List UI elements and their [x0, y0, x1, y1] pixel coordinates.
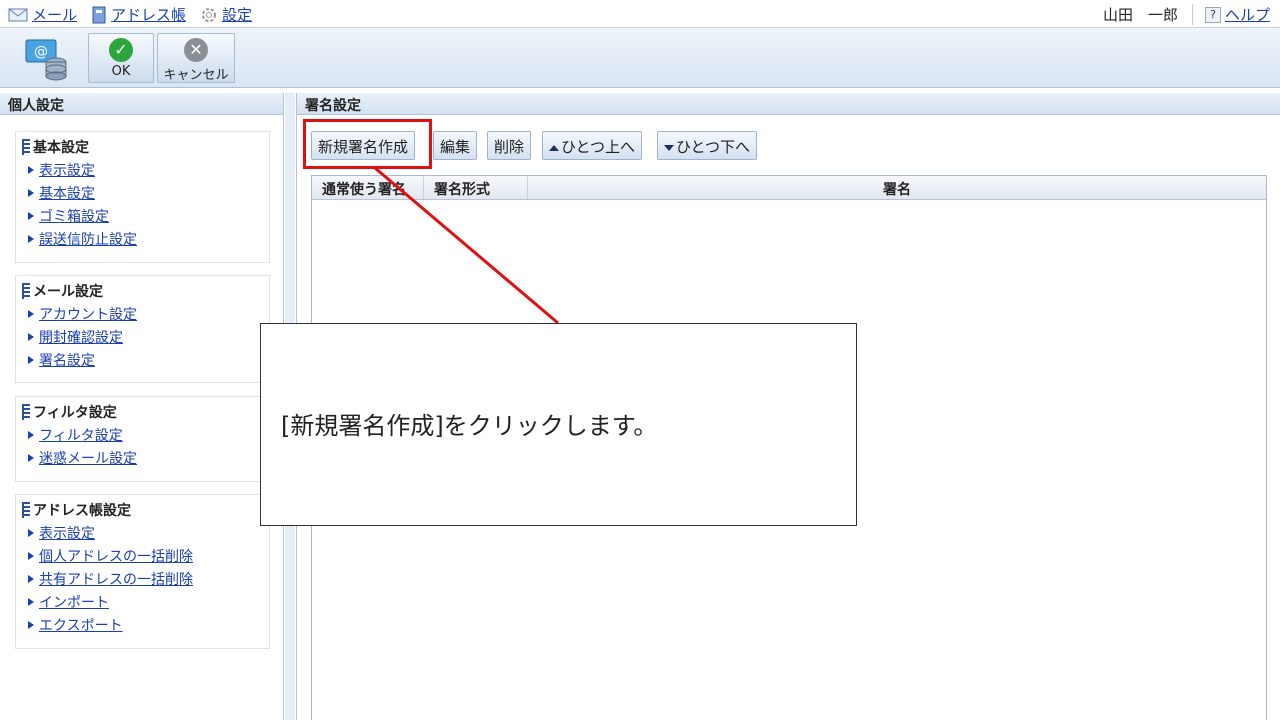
group-mail-settings: メール設定 アカウント設定 開封確認設定 署名設定: [15, 275, 270, 383]
arrow-right-icon: [28, 355, 34, 364]
grip-icon: [22, 404, 30, 420]
move-down-label: ひとつ下へ: [676, 138, 750, 156]
help-icon[interactable]: ?: [1204, 6, 1221, 23]
column-header-format[interactable]: 署名形式: [424, 176, 528, 199]
settings-sidebar: 個人設定 基本設定 表示設定 基本設定 ゴミ箱設定 誤送信防止設定 メール設定 …: [0, 93, 284, 720]
instruction-callout: [新規署名作成]をクリックします。: [260, 323, 857, 526]
triangle-up-icon: [549, 144, 559, 151]
group-title: フィルタ設定: [33, 405, 117, 421]
ok-button[interactable]: ✓ OK: [88, 33, 154, 83]
sidebar-item-display[interactable]: 表示設定: [22, 158, 263, 181]
sidebar-link[interactable]: アカウント設定: [39, 304, 137, 324]
ok-button-label: OK: [111, 64, 131, 79]
sidebar-link[interactable]: フィルタ設定: [39, 425, 123, 445]
instruction-text: [新規署名作成]をクリックします。: [281, 412, 658, 440]
sidebar-link[interactable]: 共有アドレスの一括削除: [39, 569, 193, 589]
sidebar-item-account[interactable]: アカウント設定: [22, 302, 263, 325]
envelope-icon: [8, 8, 28, 21]
grip-icon: [22, 139, 30, 155]
panel-title: 署名設定: [297, 93, 1280, 115]
nav-address-book[interactable]: アドレス帳: [91, 4, 186, 25]
arrow-right-icon: [28, 620, 34, 629]
top-nav-bar: メール アドレス帳 設定 山田 一郎 ? ヘルプ: [0, 0, 1280, 28]
close-icon: ✕: [184, 38, 208, 62]
sidebar-link[interactable]: 表示設定: [39, 160, 95, 180]
sidebar-link[interactable]: 開封確認設定: [39, 327, 123, 347]
nav-mail-link[interactable]: メール: [32, 4, 77, 25]
sidebar-item-export[interactable]: エクスポート: [22, 613, 263, 636]
grip-icon: [22, 502, 30, 518]
cancel-button-label: キャンセル: [163, 68, 229, 83]
sidebar-link[interactable]: 迷惑メール設定: [39, 448, 137, 468]
mail-settings-app-icon: @: [25, 39, 67, 81]
sidebar-item-spam[interactable]: 迷惑メール設定: [22, 446, 263, 469]
sidebar-item-signature[interactable]: 署名設定: [22, 348, 263, 371]
move-up-label: ひとつ上へ: [561, 138, 635, 156]
arrow-right-icon: [28, 574, 34, 583]
arrow-right-icon: [28, 597, 34, 606]
grip-icon: [22, 283, 30, 299]
highlight-box: [303, 119, 432, 169]
sidebar-item-missend-prevention[interactable]: 誤送信防止設定: [22, 227, 263, 250]
sidebar-item-import[interactable]: インポート: [22, 590, 263, 613]
top-user-area: 山田 一郎 ? ヘルプ: [1103, 4, 1270, 25]
sidebar-item-shared-bulk-delete[interactable]: 共有アドレスの一括削除: [22, 567, 263, 590]
sidebar-link[interactable]: インポート: [39, 592, 109, 612]
sidebar-link[interactable]: 誤送信防止設定: [39, 229, 137, 249]
move-down-button[interactable]: ひとつ下へ: [657, 131, 757, 160]
group-basic-settings: 基本設定 表示設定 基本設定 ゴミ箱設定 誤送信防止設定: [15, 131, 270, 263]
cancel-button[interactable]: ✕ キャンセル: [157, 33, 235, 83]
sidebar-item-ab-display[interactable]: 表示設定: [22, 521, 263, 544]
top-nav-links: メール アドレス帳 設定: [8, 4, 260, 25]
group-title: メール設定: [33, 284, 103, 300]
edit-button[interactable]: 編集: [433, 131, 478, 160]
arrow-right-icon: [28, 453, 34, 462]
sidebar-item-basic[interactable]: 基本設定: [22, 181, 263, 204]
nav-settings[interactable]: 設定: [200, 4, 252, 25]
sidebar-item-read-receipt[interactable]: 開封確認設定: [22, 325, 263, 348]
nav-address-book-link[interactable]: アドレス帳: [111, 4, 186, 25]
toolbar: @ ✓ OK ✕ キャンセル: [0, 28, 1280, 88]
arrow-right-icon: [28, 551, 34, 560]
column-header-default[interactable]: 通常使う署名: [312, 176, 424, 199]
group-address-book-settings: アドレス帳設定 表示設定 個人アドレスの一括削除 共有アドレスの一括削除 インポ…: [15, 494, 270, 649]
arrow-right-icon: [28, 165, 34, 174]
sidebar-link[interactable]: 基本設定: [39, 183, 95, 203]
svg-text:@: @: [34, 44, 48, 60]
group-filter-settings: フィルタ設定 フィルタ設定 迷惑メール設定: [15, 396, 270, 482]
sidebar-item-trash[interactable]: ゴミ箱設定: [22, 204, 263, 227]
sidebar-item-personal-bulk-delete[interactable]: 個人アドレスの一括削除: [22, 544, 263, 567]
gear-icon: [202, 7, 217, 22]
move-up-button[interactable]: ひとつ上へ: [542, 131, 642, 160]
sidebar-link[interactable]: エクスポート: [39, 615, 123, 635]
table-header: 通常使う署名 署名形式 署名: [312, 176, 1266, 200]
arrow-right-icon: [28, 309, 34, 318]
sidebar-link[interactable]: 個人アドレスの一括削除: [39, 546, 193, 566]
help-link[interactable]: ヘルプ: [1225, 4, 1270, 25]
arrow-right-icon: [28, 234, 34, 243]
sidebar-item-filter[interactable]: フィルタ設定: [22, 423, 263, 446]
user-name: 山田 一郎: [1103, 4, 1193, 25]
column-header-signature[interactable]: 署名: [528, 176, 1266, 199]
nav-settings-link[interactable]: 設定: [222, 4, 252, 25]
arrow-right-icon: [28, 528, 34, 537]
arrow-right-icon: [28, 332, 34, 341]
sidebar-title: 個人設定: [0, 93, 283, 115]
group-title: アドレス帳設定: [33, 503, 131, 519]
check-icon: ✓: [109, 38, 133, 62]
sidebar-link[interactable]: 表示設定: [39, 523, 95, 543]
arrow-right-icon: [28, 211, 34, 220]
delete-button[interactable]: 削除: [487, 131, 532, 160]
group-title: 基本設定: [33, 140, 89, 156]
arrow-right-icon: [28, 430, 34, 439]
triangle-down-icon: [664, 144, 674, 151]
arrow-right-icon: [28, 188, 34, 197]
sidebar-link[interactable]: ゴミ箱設定: [39, 206, 109, 226]
sidebar-link[interactable]: 署名設定: [39, 350, 95, 370]
address-book-icon: [92, 6, 106, 23]
nav-mail[interactable]: メール: [8, 4, 77, 25]
